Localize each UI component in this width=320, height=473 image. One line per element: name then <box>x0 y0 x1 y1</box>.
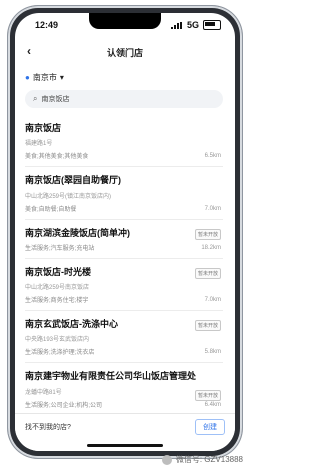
list-item[interactable]: 南京建宇物业有限责任公司华山饭店管理处 暂未开放 龙蟠中路81号 生活服务;公司… <box>25 363 223 414</box>
status-bar: 12:49 5G <box>15 13 235 37</box>
search-bar[interactable]: ⌕ 南京饭店 <box>25 90 223 108</box>
status-badge: 暂未开放 <box>194 320 221 331</box>
store-category: 生活服务;商务住宅;楼宇 <box>25 298 89 304</box>
home-indicator <box>87 444 163 447</box>
store-distance: 7.0km <box>204 205 221 212</box>
watermark-text: 微信号: GZV13888 <box>175 455 243 464</box>
status-badge: 暂未开放 <box>194 267 221 279</box>
battery-icon <box>203 20 221 30</box>
city-selector[interactable]: ● 南京市 ▾ <box>25 69 64 85</box>
store-category: 生活服务;洗涤护理;洗衣店 <box>25 350 95 357</box>
status-badge: 暂未开放 <box>194 390 221 402</box>
wechat-icon <box>161 454 172 465</box>
signal-icon <box>170 21 183 29</box>
status-time: 12:49 <box>35 20 59 30</box>
store-category: 生活服务;汽车服务;充电站 <box>25 245 95 252</box>
page-title: 认领门店 <box>106 48 143 58</box>
store-address: 龙蟠中路81号 <box>25 389 62 396</box>
store-distance: 6.5km <box>204 153 221 160</box>
cant-find-store-text: 找不到我的店? <box>25 424 71 431</box>
list-item[interactable]: 南京玄武饭店-洗涤中心 暂未开放 中央路193号玄武饭店内 生活服务;洗涤护理;… <box>25 311 223 364</box>
list-item[interactable]: 南京湖滨金陵饭店(简单冲) 暂未开放 生活服务;汽车服务;充电站 18.2km <box>25 220 223 259</box>
store-name: 南京湖滨金陵饭店(简单冲) <box>25 227 130 238</box>
store-category: 生活服务;公司企业;机构;公司 <box>25 402 103 409</box>
store-address: 中央路193号玄武饭店内 <box>25 337 90 344</box>
store-address: 中山北路259号南京饭店 <box>25 285 90 291</box>
store-name: 南京饭店(翠园自助餐厅) <box>25 175 121 186</box>
navigation-bar: ‹ 认领门店 <box>15 41 235 65</box>
list-item[interactable]: 南京饭店(翠园自助餐厅) 中山北路259号(镇江南京饭店内) 美食;自助餐;自助… <box>25 167 223 220</box>
city-dropdown-icon: ▾ <box>59 72 64 82</box>
status-icons: 5G <box>170 20 221 30</box>
store-address: 中山北路259号(镇江南京饭店内) <box>25 193 112 200</box>
store-name: 南京建宇物业有限责任公司华山饭店管理处 <box>25 371 197 382</box>
search-input[interactable]: 南京饭店 <box>41 94 69 104</box>
search-icon: ⌕ <box>33 94 38 103</box>
store-distance: 18.2km <box>201 244 221 251</box>
store-category: 美食;其他美食;其他美食 <box>25 154 89 161</box>
list-item[interactable]: 南京饭店 福建路1号 美食;其他美食;其他美食 6.5km <box>25 115 223 168</box>
list-item[interactable]: 南京饭店-时光楼 暂未开放 中山北路259号南京饭店 生活服务;商务住宅;楼宇 … <box>25 259 223 311</box>
back-icon[interactable]: ‹ <box>27 44 31 58</box>
store-list: 南京饭店 福建路1号 美食;其他美食;其他美食 6.5km 南京饭店(翠园自助餐… <box>25 115 223 415</box>
city-label: 南京市 <box>32 72 57 82</box>
store-name: 南京饭店-时光楼 <box>25 266 91 277</box>
watermark: 微信号: GZV13888 <box>161 454 243 465</box>
store-category: 美食;自助餐;自助餐 <box>25 206 77 213</box>
store-distance: 6.4km <box>204 401 221 408</box>
phone-frame: 12:49 5G ‹ 认领门店 ● 南京市 ▾ ⌕ 南京饭店 南京饭店 福建路1… <box>8 6 242 458</box>
store-address: 福建路1号 <box>25 141 53 148</box>
status-badge: 暂未开放 <box>194 228 221 240</box>
store-distance: 7.0km <box>204 297 221 303</box>
store-name: 南京饭店 <box>25 123 62 133</box>
create-button[interactable]: 创建 <box>195 419 225 435</box>
store-distance: 5.8km <box>204 349 221 356</box>
network-label: 5G <box>186 20 199 30</box>
app-screen: 12:49 5G ‹ 认领门店 ● 南京市 ▾ ⌕ 南京饭店 南京饭店 福建路1… <box>15 13 235 451</box>
location-pin-icon: ● <box>25 72 30 82</box>
store-name: 南京玄武饭店-洗涤中心 <box>25 319 118 329</box>
